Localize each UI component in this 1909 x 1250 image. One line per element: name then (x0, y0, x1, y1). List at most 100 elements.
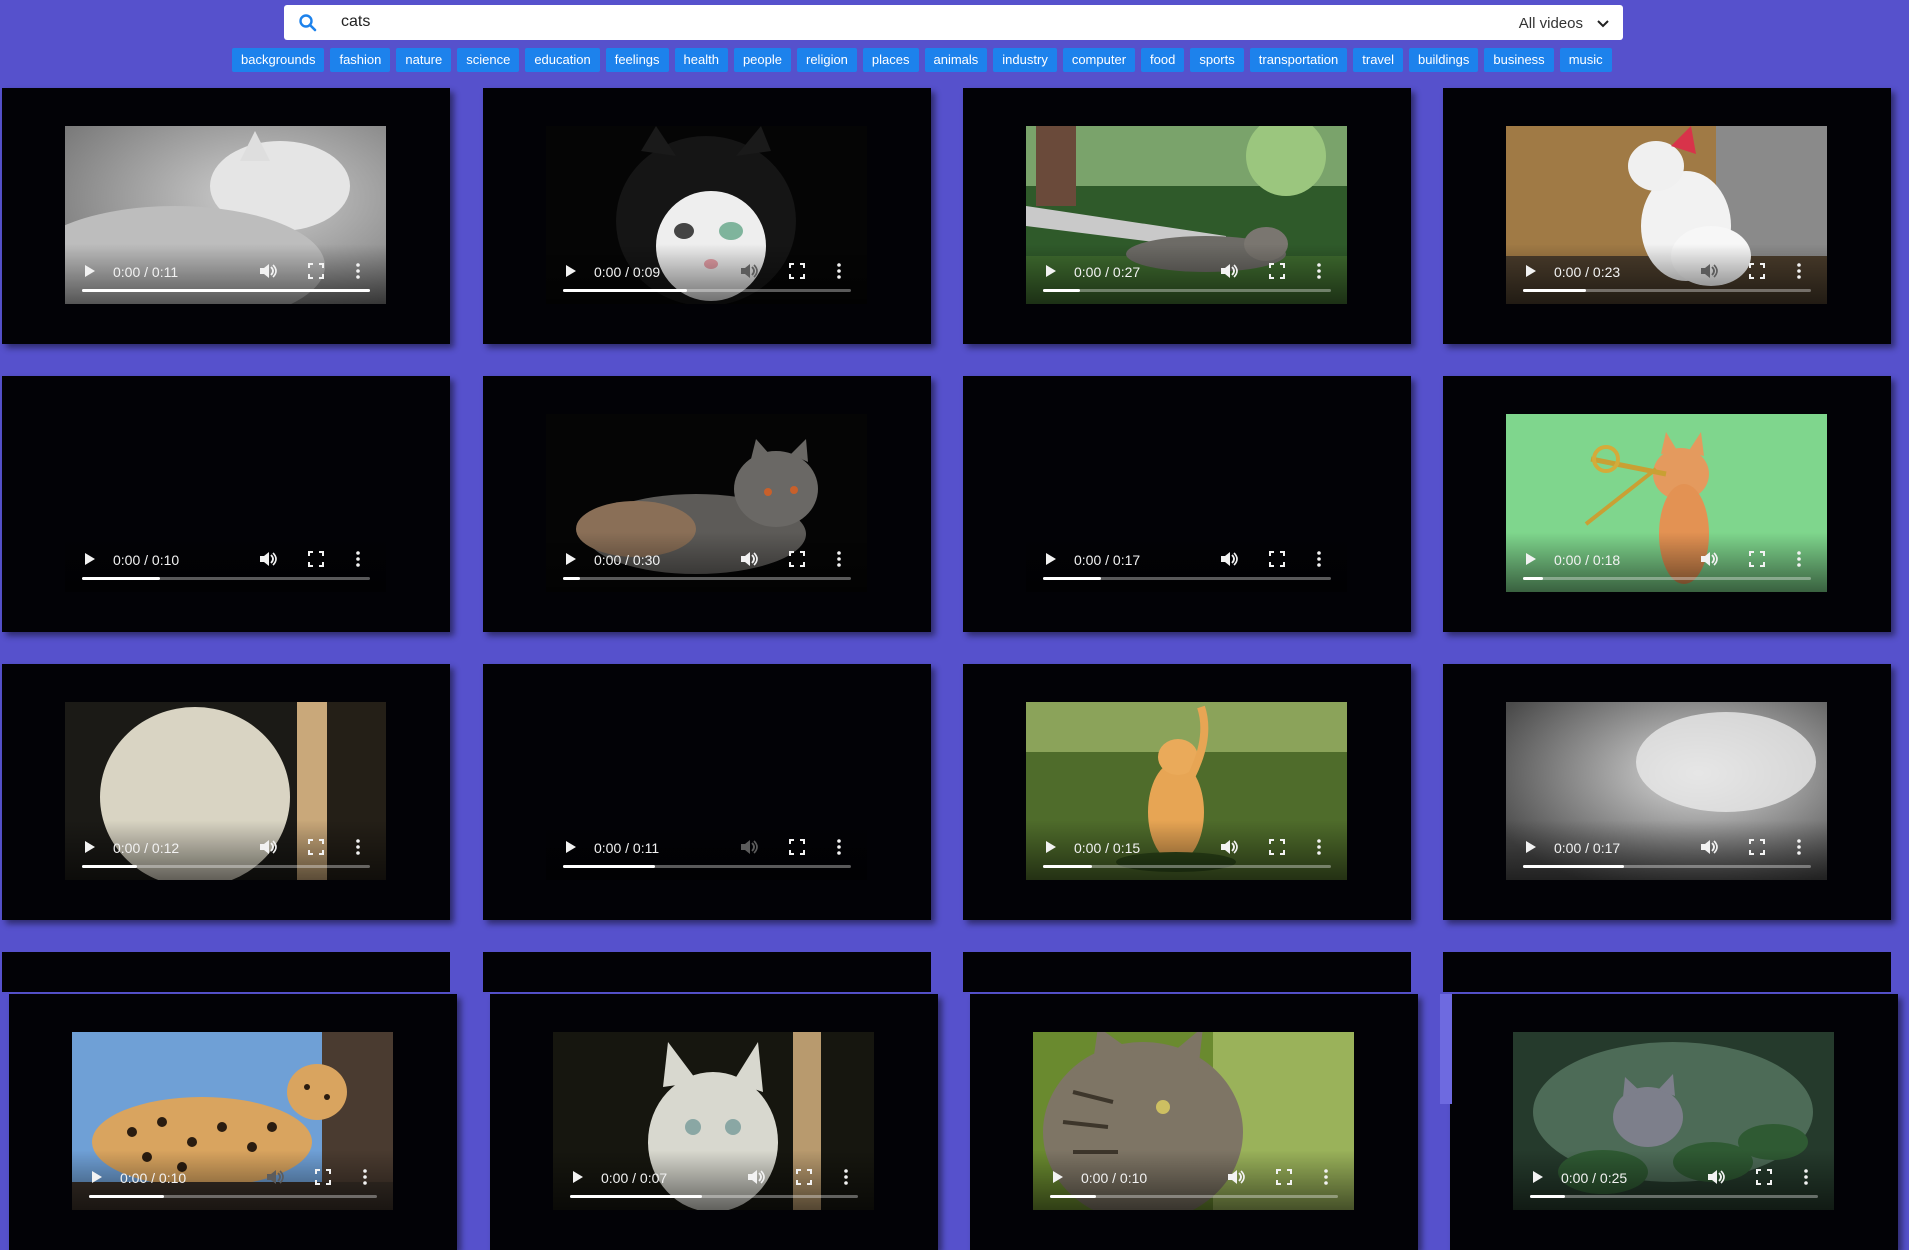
video-progress-bar[interactable] (563, 865, 851, 868)
video-player[interactable]: 0:00 / 0:18 (1506, 414, 1827, 592)
category-tag-fashion[interactable]: fashion (330, 48, 391, 72)
more-options-icon[interactable] (355, 551, 361, 567)
category-tag-computer[interactable]: computer (1062, 48, 1136, 72)
fullscreen-icon[interactable] (315, 1169, 331, 1185)
play-icon[interactable] (565, 264, 577, 278)
play-icon[interactable] (572, 1170, 584, 1184)
volume-icon[interactable] (266, 1169, 284, 1185)
fullscreen-icon[interactable] (789, 551, 805, 567)
video-type-select[interactable]: All videos (1519, 13, 1609, 33)
search-icon[interactable] (298, 13, 318, 33)
play-icon[interactable] (1525, 264, 1537, 278)
fullscreen-icon[interactable] (789, 839, 805, 855)
more-options-icon[interactable] (836, 551, 842, 567)
fullscreen-icon[interactable] (308, 263, 324, 279)
category-tag-buildings[interactable]: buildings (1409, 48, 1479, 72)
play-icon[interactable] (1045, 552, 1057, 566)
video-player[interactable]: 0:00 / 0:11 (65, 126, 386, 304)
category-tag-business[interactable]: business (1484, 48, 1554, 72)
play-icon[interactable] (91, 1170, 103, 1184)
video-progress-bar[interactable] (570, 1195, 858, 1198)
volume-icon[interactable] (1220, 839, 1238, 855)
more-options-icon[interactable] (843, 1169, 849, 1185)
fullscreen-icon[interactable] (1749, 839, 1765, 855)
video-player[interactable]: 0:00 / 0:07 (553, 1032, 874, 1210)
volume-icon[interactable] (1700, 839, 1718, 855)
volume-icon[interactable] (1227, 1169, 1245, 1185)
category-tag-religion[interactable]: religion (797, 48, 857, 72)
video-player[interactable]: 0:00 / 0:30 (546, 414, 867, 592)
category-tag-feelings[interactable]: feelings (605, 48, 669, 72)
fullscreen-icon[interactable] (1756, 1169, 1772, 1185)
play-icon[interactable] (1532, 1170, 1544, 1184)
volume-icon[interactable] (1707, 1169, 1725, 1185)
fullscreen-icon[interactable] (1269, 839, 1285, 855)
fullscreen-icon[interactable] (1749, 263, 1765, 279)
more-options-icon[interactable] (355, 263, 361, 279)
fullscreen-icon[interactable] (796, 1169, 812, 1185)
play-icon[interactable] (84, 840, 96, 854)
video-progress-bar[interactable] (89, 1195, 377, 1198)
video-player[interactable]: 0:00 / 0:10 (65, 414, 386, 592)
volume-icon[interactable] (259, 551, 277, 567)
more-options-icon[interactable] (1316, 263, 1322, 279)
volume-icon[interactable] (1220, 551, 1238, 567)
play-icon[interactable] (1525, 552, 1537, 566)
play-icon[interactable] (1525, 840, 1537, 854)
video-player[interactable]: 0:00 / 0:15 (1026, 702, 1347, 880)
more-options-icon[interactable] (1316, 839, 1322, 855)
fullscreen-icon[interactable] (1749, 551, 1765, 567)
fullscreen-icon[interactable] (789, 263, 805, 279)
fullscreen-icon[interactable] (308, 839, 324, 855)
category-tag-food[interactable]: food (1141, 48, 1185, 72)
fullscreen-icon[interactable] (1276, 1169, 1292, 1185)
video-player[interactable]: 0:00 / 0:12 (65, 702, 386, 880)
volume-icon[interactable] (740, 263, 758, 279)
video-player[interactable]: 0:00 / 0:11 (546, 702, 867, 880)
video-progress-bar[interactable] (1530, 1195, 1818, 1198)
video-progress-bar[interactable] (1050, 1195, 1338, 1198)
play-icon[interactable] (1045, 264, 1057, 278)
category-tag-nature[interactable]: nature (396, 48, 452, 72)
volume-icon[interactable] (259, 839, 277, 855)
more-options-icon[interactable] (1323, 1169, 1329, 1185)
more-options-icon[interactable] (1796, 551, 1802, 567)
more-options-icon[interactable] (1796, 839, 1802, 855)
category-tag-places[interactable]: places (862, 48, 919, 72)
video-progress-bar[interactable] (1043, 577, 1331, 580)
search-input[interactable] (341, 11, 1441, 33)
video-player[interactable]: 0:00 / 0:23 (1506, 126, 1827, 304)
video-player[interactable]: 0:00 / 0:10 (1033, 1032, 1354, 1210)
category-tag-sports[interactable]: sports (1190, 48, 1244, 72)
category-tag-education[interactable]: education (525, 48, 600, 72)
video-progress-bar[interactable] (82, 577, 370, 580)
video-progress-bar[interactable] (563, 577, 851, 580)
video-player[interactable]: 0:00 / 0:17 (1026, 414, 1347, 592)
play-icon[interactable] (84, 264, 96, 278)
video-progress-bar[interactable] (82, 289, 370, 292)
more-options-icon[interactable] (1316, 551, 1322, 567)
more-options-icon[interactable] (1796, 263, 1802, 279)
video-player[interactable]: 0:00 / 0:27 (1026, 126, 1347, 304)
volume-icon[interactable] (1700, 263, 1718, 279)
volume-icon[interactable] (259, 263, 277, 279)
fullscreen-icon[interactable] (1269, 263, 1285, 279)
more-options-icon[interactable] (1803, 1169, 1809, 1185)
category-tag-music[interactable]: music (1559, 48, 1612, 72)
play-icon[interactable] (565, 840, 577, 854)
video-player[interactable]: 0:00 / 0:10 (72, 1032, 393, 1210)
play-icon[interactable] (1052, 1170, 1064, 1184)
video-progress-bar[interactable] (1523, 865, 1811, 868)
video-progress-bar[interactable] (1043, 865, 1331, 868)
category-tag-people[interactable]: people (733, 48, 791, 72)
category-tag-science[interactable]: science (457, 48, 520, 72)
volume-icon[interactable] (1220, 263, 1238, 279)
fullscreen-icon[interactable] (308, 551, 324, 567)
more-options-icon[interactable] (355, 839, 361, 855)
category-tag-health[interactable]: health (674, 48, 728, 72)
category-tag-backgrounds[interactable]: backgrounds (232, 48, 325, 72)
video-progress-bar[interactable] (82, 865, 370, 868)
video-progress-bar[interactable] (563, 289, 851, 292)
volume-icon[interactable] (747, 1169, 765, 1185)
category-tag-animals[interactable]: animals (924, 48, 988, 72)
